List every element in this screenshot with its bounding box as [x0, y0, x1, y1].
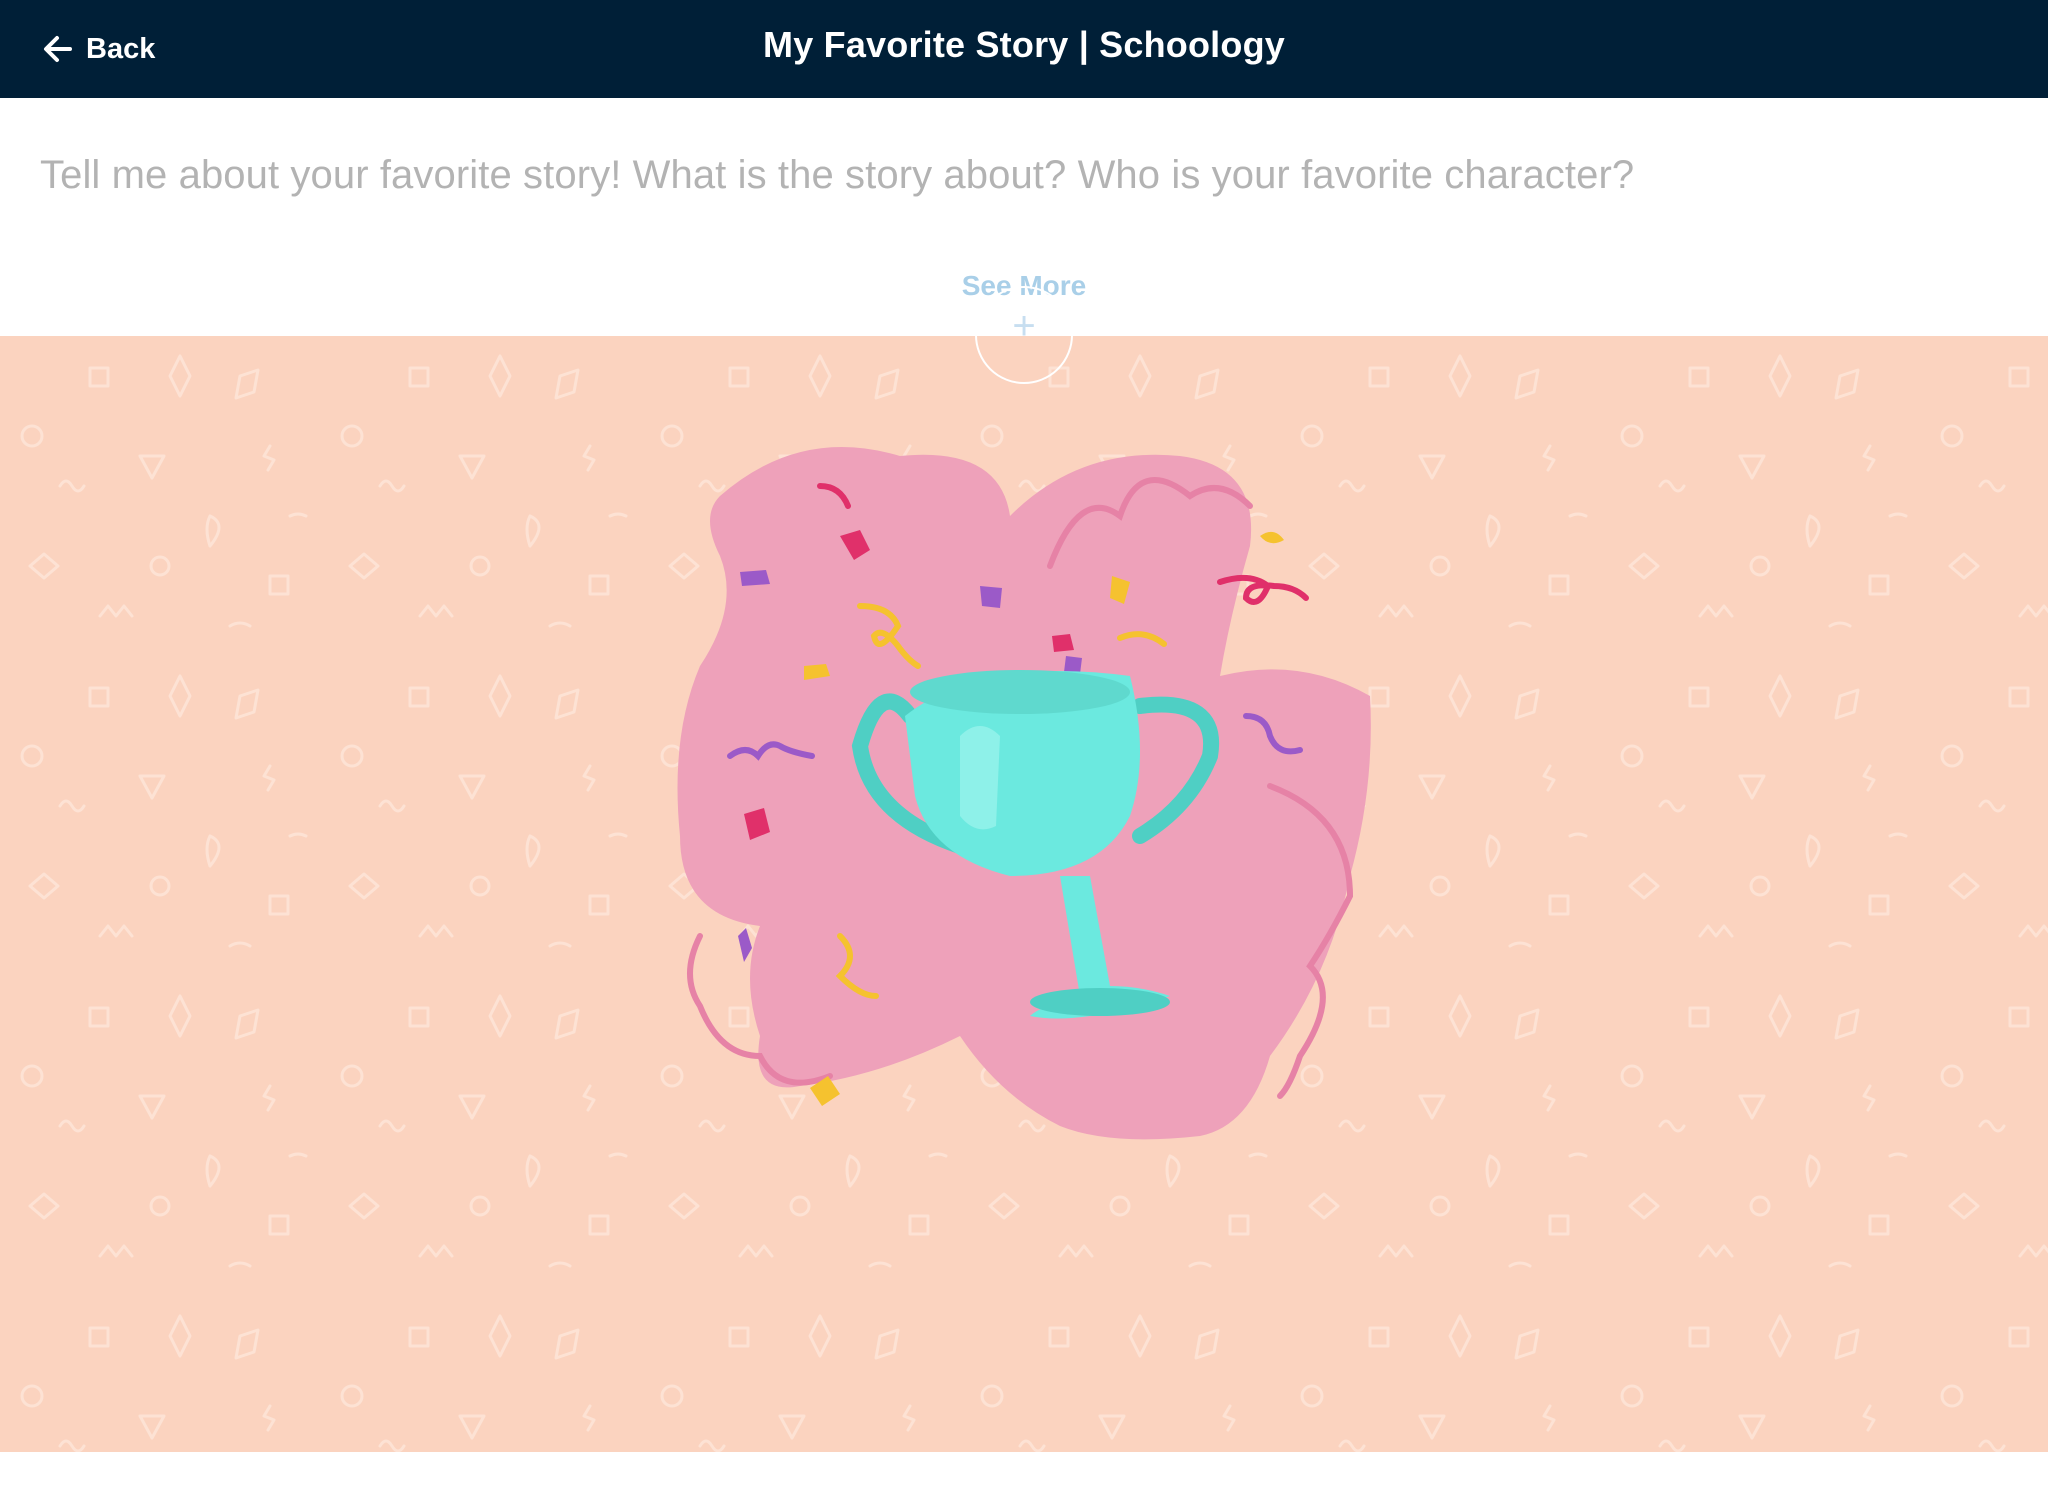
- header-bar: Back My Favorite Story | Schoology: [0, 0, 2048, 98]
- response-canvas: [0, 336, 2048, 1452]
- page-title: My Favorite Story | Schoology: [763, 24, 1285, 65]
- bottom-strip: [0, 1452, 2048, 1494]
- background-pattern: [0, 336, 2048, 1452]
- plus-icon: +: [1012, 304, 1036, 348]
- expand-button[interactable]: +: [975, 286, 1073, 384]
- prompt-text: Tell me about your favorite story! What …: [40, 153, 1635, 197]
